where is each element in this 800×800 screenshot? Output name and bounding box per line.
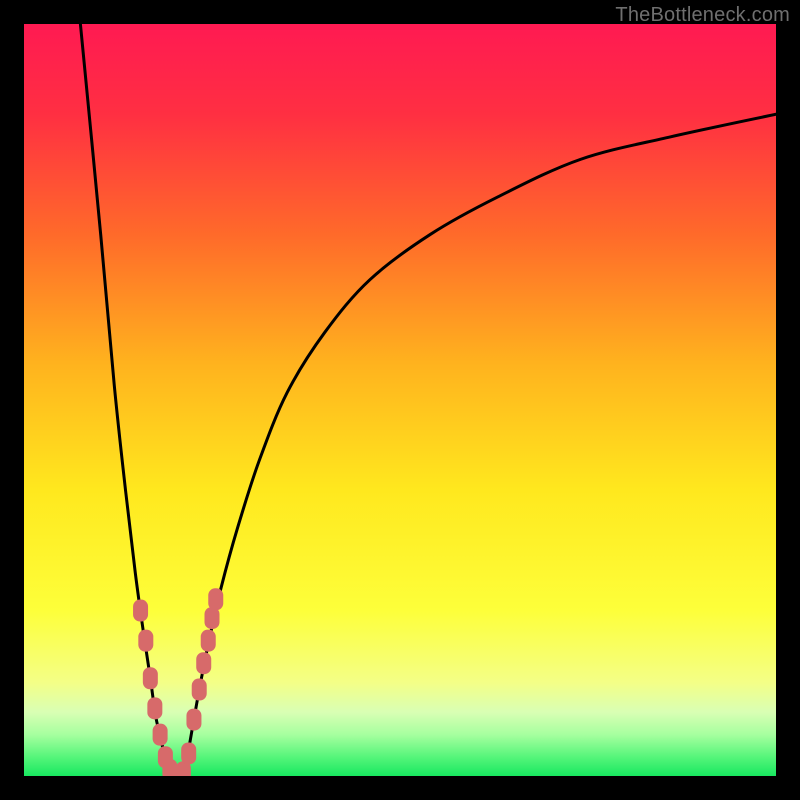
data-marker [208, 588, 223, 610]
data-marker [186, 709, 201, 731]
data-marker [147, 697, 162, 719]
data-marker [138, 630, 153, 652]
data-marker [143, 667, 158, 689]
plot-area [24, 24, 776, 776]
data-marker [205, 607, 220, 629]
attribution-watermark: TheBottleneck.com [615, 4, 790, 27]
data-marker [192, 679, 207, 701]
data-marker [181, 742, 196, 764]
gradient-background [24, 24, 776, 776]
bottleneck-curve-chart [24, 24, 776, 776]
data-marker [201, 630, 216, 652]
data-marker [133, 600, 148, 622]
chart-frame: TheBottleneck.com [0, 0, 800, 800]
data-marker [153, 724, 168, 746]
data-marker [196, 652, 211, 674]
